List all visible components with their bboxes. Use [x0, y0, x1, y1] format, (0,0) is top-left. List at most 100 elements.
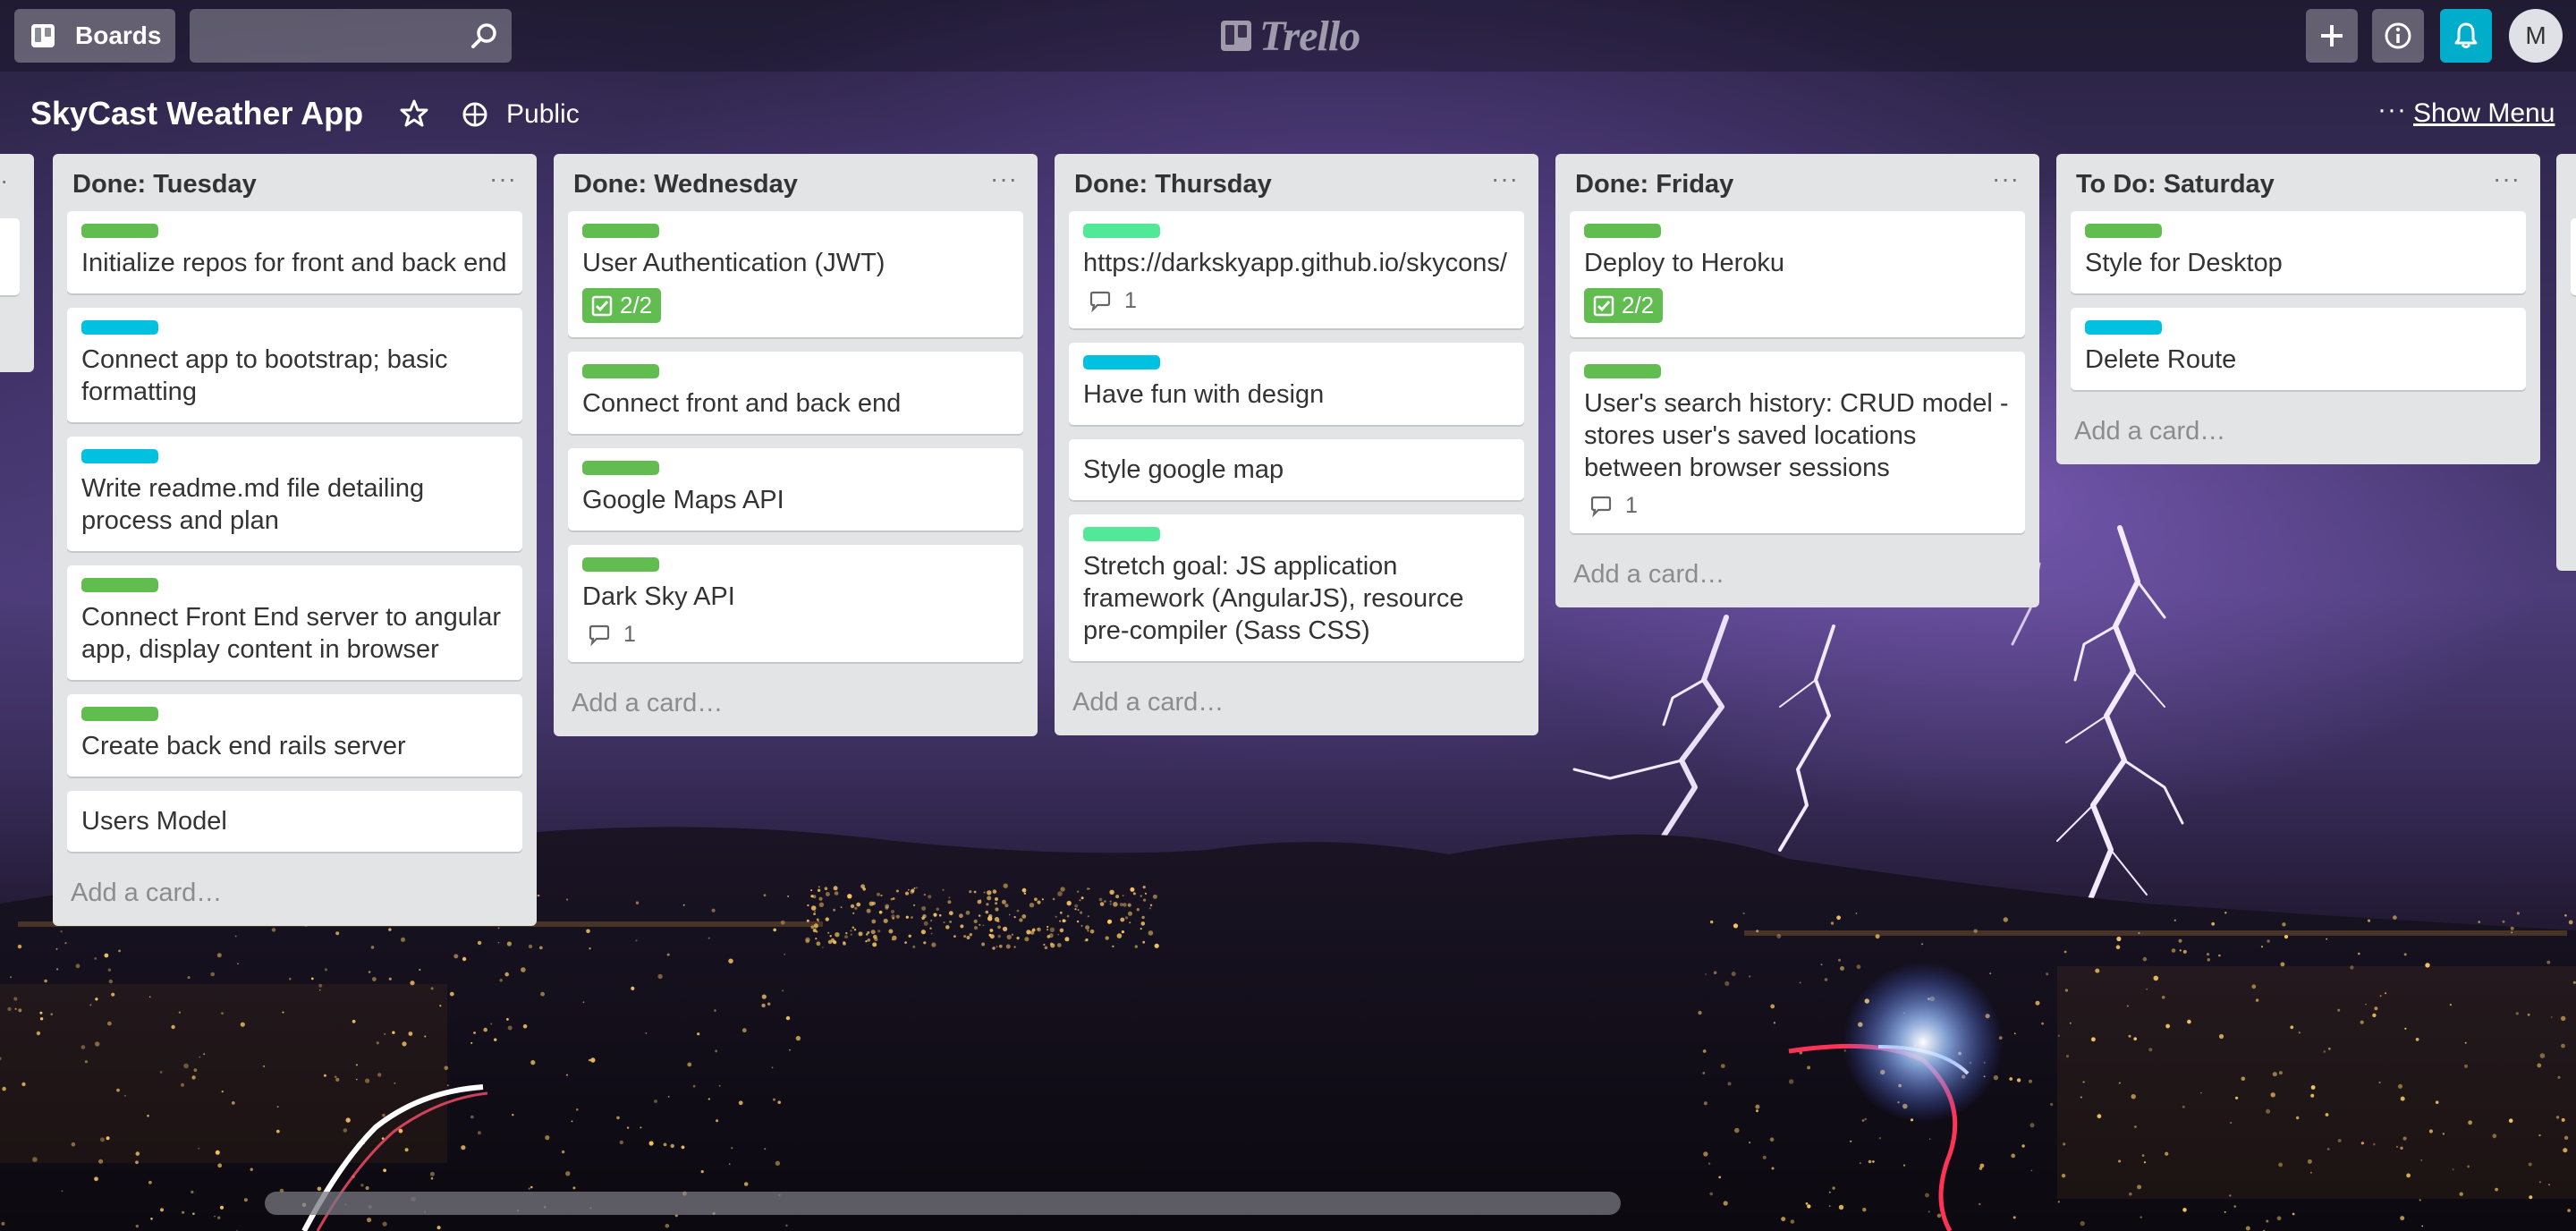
add-card-button[interactable]: Add a card… — [1055, 675, 1538, 728]
card[interactable]: Style google map — [1069, 439, 1524, 500]
city-light-dot — [1771, 1167, 1775, 1170]
list-menu-icon[interactable]: ··· — [489, 165, 517, 193]
city-light-dot — [276, 1106, 279, 1108]
city-light-dot — [960, 924, 964, 929]
boards-button[interactable]: Boards — [14, 9, 175, 63]
card[interactable]: User Authentication (JWT) 2/2 — [568, 211, 1023, 337]
city-light-dot — [1864, 1117, 1867, 1121]
list-title[interactable]: To Do: Saturday — [2076, 170, 2275, 200]
city-light-dot — [2350, 965, 2354, 970]
create-button[interactable] — [2306, 9, 2358, 63]
card[interactable]: https://darkskyapp.github.io/skycons/ 1 — [1069, 211, 1524, 328]
city-light-dot — [718, 1084, 721, 1087]
info-button[interactable] — [2372, 9, 2424, 63]
card[interactable]: Connect Front End server to angular app,… — [67, 565, 522, 680]
visibility-button[interactable]: Public — [462, 97, 580, 132]
city-light-dot — [1056, 943, 1062, 947]
card[interactable]: Users Model — [67, 791, 522, 852]
city-light-dot — [2337, 1008, 2341, 1012]
card[interactable]: Initialize repos for front and back end — [67, 211, 522, 293]
list-title[interactable]: Done: Tuesday — [72, 170, 257, 200]
plus-icon — [2321, 25, 2343, 47]
city-light-dot — [1109, 903, 1112, 905]
city-light-dot — [905, 915, 909, 919]
card[interactable]: Write readme.md file detailing process a… — [67, 437, 522, 551]
add-card-button[interactable]: Add a card… — [2056, 404, 2540, 457]
city-light-dot — [923, 893, 927, 896]
notifications-button[interactable] — [2440, 9, 2492, 63]
city-light-dot — [21, 1082, 26, 1087]
city-light-dot — [1820, 964, 1823, 966]
scrollbar-thumb[interactable] — [265, 1192, 1621, 1215]
city-light-dot — [883, 918, 888, 923]
globe-icon — [462, 102, 487, 127]
city-light-dot — [995, 907, 999, 912]
card[interactable]: Deploy to Heroku 2/2 — [1570, 211, 2025, 337]
city-light-dot — [845, 931, 848, 935]
city-light-dot — [2030, 1169, 2033, 1172]
city-light-dot — [912, 945, 916, 948]
city-light-dot — [773, 1098, 775, 1101]
board-menu-dots-icon[interactable]: ··· — [2377, 95, 2407, 125]
add-card-button[interactable]: Add a card… — [53, 866, 537, 919]
city-light-dot — [814, 911, 816, 913]
card[interactable]: Connect app to bootstrap; basic formatti… — [67, 308, 522, 422]
list-header[interactable]: Done: Wednesday ··· — [554, 154, 1038, 211]
comment-count: 1 — [1625, 493, 1638, 518]
card[interactable]: Create back end rails server — [67, 694, 522, 777]
card[interactable]: Stretch goal: JS application framework (… — [1069, 514, 1524, 661]
list-menu-icon[interactable]: ··· — [1992, 165, 2020, 193]
board-header: SkyCast Weather App Public ··· Show Menu — [0, 75, 2576, 150]
avatar[interactable]: M — [2509, 9, 2563, 63]
add-card-button[interactable]: Add a card… — [554, 676, 1038, 729]
card-title: Delete Route — [2085, 345, 2237, 374]
partial-list-menu-icon[interactable]: · — [0, 166, 8, 195]
city-light-dot — [181, 1082, 184, 1087]
search-input[interactable] — [190, 9, 512, 63]
city-light-dot — [98, 1159, 104, 1164]
city-light-dot — [1143, 898, 1147, 902]
city-light-dot — [787, 895, 790, 897]
board-title[interactable]: SkyCast Weather App — [30, 95, 363, 132]
label-cyan — [81, 449, 158, 463]
card[interactable]: Google Maps API — [568, 448, 1023, 531]
city-light-dot — [590, 1057, 596, 1063]
card[interactable]: Connect front and back end — [568, 352, 1023, 434]
list-header[interactable]: To Do: Saturday ··· — [2056, 154, 2540, 211]
search-icon[interactable] — [470, 21, 499, 50]
city-light-dot — [408, 1031, 413, 1036]
card[interactable]: User's search history: CRUD model - stor… — [1570, 352, 2025, 533]
city-light-dot — [521, 967, 526, 972]
city-light-dot — [832, 940, 835, 944]
list-menu-icon[interactable]: ··· — [990, 165, 1018, 193]
city-light-dot — [32, 1157, 38, 1162]
card[interactable]: Dark Sky API 1 — [568, 545, 1023, 662]
list-header[interactable]: Done: Tuesday ··· — [53, 154, 537, 211]
star-icon[interactable] — [399, 98, 429, 129]
city-light-dot — [1003, 883, 1008, 888]
card-title: Style google map — [1083, 455, 1284, 484]
list-title[interactable]: Done: Thursday — [1074, 170, 1272, 200]
partial-card[interactable] — [0, 218, 20, 295]
card[interactable]: Delete Route — [2071, 308, 2526, 390]
list-menu-icon[interactable]: ··· — [1491, 165, 1519, 193]
show-menu-link[interactable]: Show Menu — [2413, 98, 2555, 129]
add-card-button[interactable]: Add a card… — [1555, 548, 2039, 600]
city-light-dot — [663, 1142, 667, 1147]
city-light-dot — [1080, 896, 1084, 900]
horizontal-scrollbar[interactable] — [0, 1186, 2576, 1222]
list-header[interactable]: Done: Friday ··· — [1555, 154, 2039, 211]
comment-icon — [1089, 291, 1111, 312]
card-list: Deploy to Heroku 2/2 User's search histo… — [1555, 211, 2039, 533]
partial-card[interactable] — [2571, 218, 2576, 295]
city-light-dot — [436, 1226, 441, 1230]
list-title[interactable]: Done: Friday — [1575, 170, 1733, 200]
list-menu-icon[interactable]: ··· — [2493, 165, 2521, 193]
city-light-dot — [1123, 903, 1127, 907]
card[interactable]: Have fun with design — [1069, 343, 1524, 425]
city-light-dot — [806, 919, 809, 922]
list-title[interactable]: Done: Wednesday — [573, 170, 798, 200]
trello-logo[interactable]: Trello — [1220, 11, 1360, 61]
card[interactable]: Style for Desktop — [2071, 211, 2526, 293]
list-header[interactable]: Done: Thursday ··· — [1055, 154, 1538, 211]
